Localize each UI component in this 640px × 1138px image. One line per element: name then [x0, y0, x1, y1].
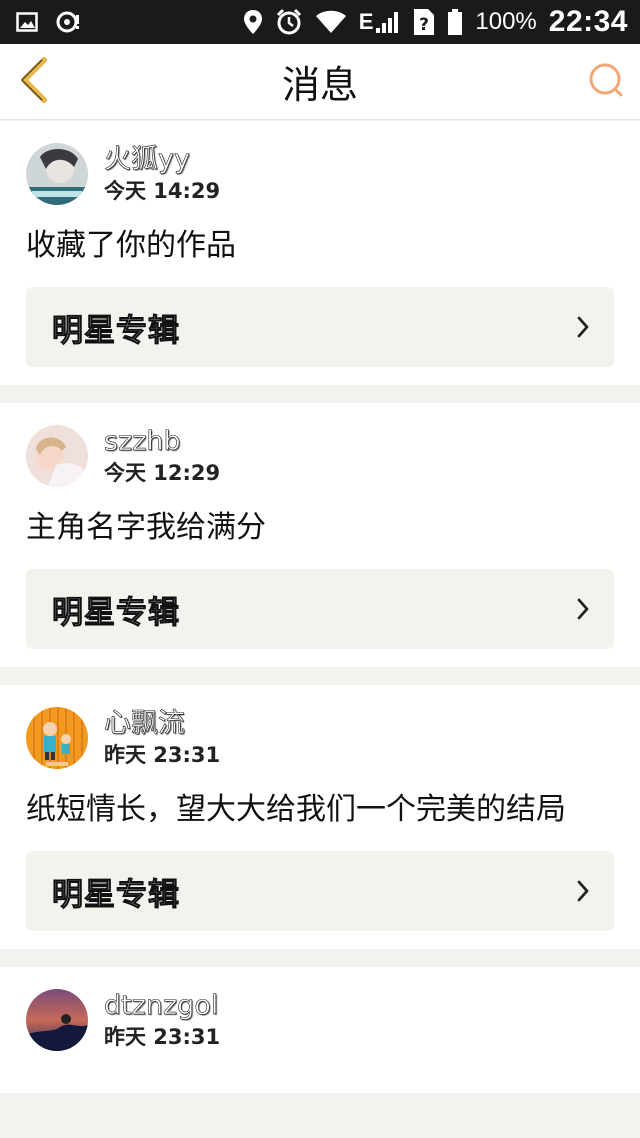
message-header: dtznzgol 昨天 23:31: [26, 987, 614, 1053]
chevron-right-icon: [576, 315, 590, 339]
battery-icon: [447, 8, 463, 36]
timestamp: 今天 14:29: [104, 179, 221, 203]
chevron-right-icon: [576, 879, 590, 903]
search-button[interactable]: [586, 62, 626, 102]
album-link[interactable]: 明星专辑: [26, 851, 614, 931]
avatar[interactable]: [26, 425, 88, 487]
message-header: 火狐yy 今天 14:29: [26, 141, 614, 207]
avatar[interactable]: [26, 143, 88, 205]
timestamp: 昨天 23:31: [104, 743, 221, 767]
message-text: 纸短情长，望大大给我们一个完美的结局: [26, 792, 566, 827]
username[interactable]: 心飘流: [104, 707, 220, 741]
network-type-label: E: [358, 9, 374, 34]
album-link[interactable]: 明星专辑: [26, 287, 614, 367]
timestamp: 昨天 23:31: [104, 1025, 221, 1049]
album-link-label: 明星专辑: [52, 876, 180, 913]
username[interactable]: 火狐yy: [104, 143, 220, 177]
sim-unknown-icon: ?: [413, 8, 435, 36]
signal-icon: E: [359, 9, 402, 35]
battery-percent: 100%: [475, 8, 537, 35]
message-header: szzhb 今天 12:29: [26, 423, 614, 489]
message-text: 主角名字我给满分: [26, 510, 266, 545]
svg-text:?: ?: [419, 15, 429, 35]
status-bar: E ? 100% 22:34: [0, 0, 640, 44]
wifi-icon: [315, 10, 347, 34]
message-header: 心飘流 昨天 23:31: [26, 705, 614, 771]
search-icon: [588, 62, 624, 102]
avatar[interactable]: [26, 989, 88, 1051]
message-card: 火狐yy 今天 14:29 收藏了你的作品 明星专辑: [0, 121, 640, 385]
avatar[interactable]: [26, 707, 88, 769]
alarm-icon: [275, 8, 303, 36]
message-card: szzhb 今天 12:29 主角名字我给满分 明星专辑: [0, 403, 640, 667]
clock: 22:34: [548, 5, 628, 38]
username[interactable]: szzhb: [104, 425, 220, 459]
album-link-label: 明星专辑: [52, 312, 180, 349]
chevron-right-icon: [576, 597, 590, 621]
username[interactable]: dtznzgol: [104, 989, 220, 1023]
album-link-label: 明星专辑: [52, 594, 180, 631]
back-button[interactable]: [14, 57, 54, 107]
chevron-left-icon: [18, 57, 50, 107]
message-card: 心飘流 昨天 23:31 纸短情长，望大大给我们一个完美的结局 明星专辑: [0, 685, 640, 949]
timestamp: 今天 12:29: [104, 461, 221, 485]
page-title: 消息: [281, 63, 358, 107]
message-text: 收藏了你的作品: [26, 228, 236, 263]
album-link[interactable]: 明星专辑: [26, 569, 614, 649]
image-icon: [16, 11, 38, 33]
location-icon: [243, 9, 263, 35]
nav-bar: 消息: [0, 44, 640, 120]
message-list: 火狐yy 今天 14:29 收藏了你的作品 明星专辑 szzhb 今天 12:2…: [0, 121, 640, 1111]
message-card: dtznzgol 昨天 23:31: [0, 967, 640, 1093]
pin-icon: [56, 11, 84, 33]
